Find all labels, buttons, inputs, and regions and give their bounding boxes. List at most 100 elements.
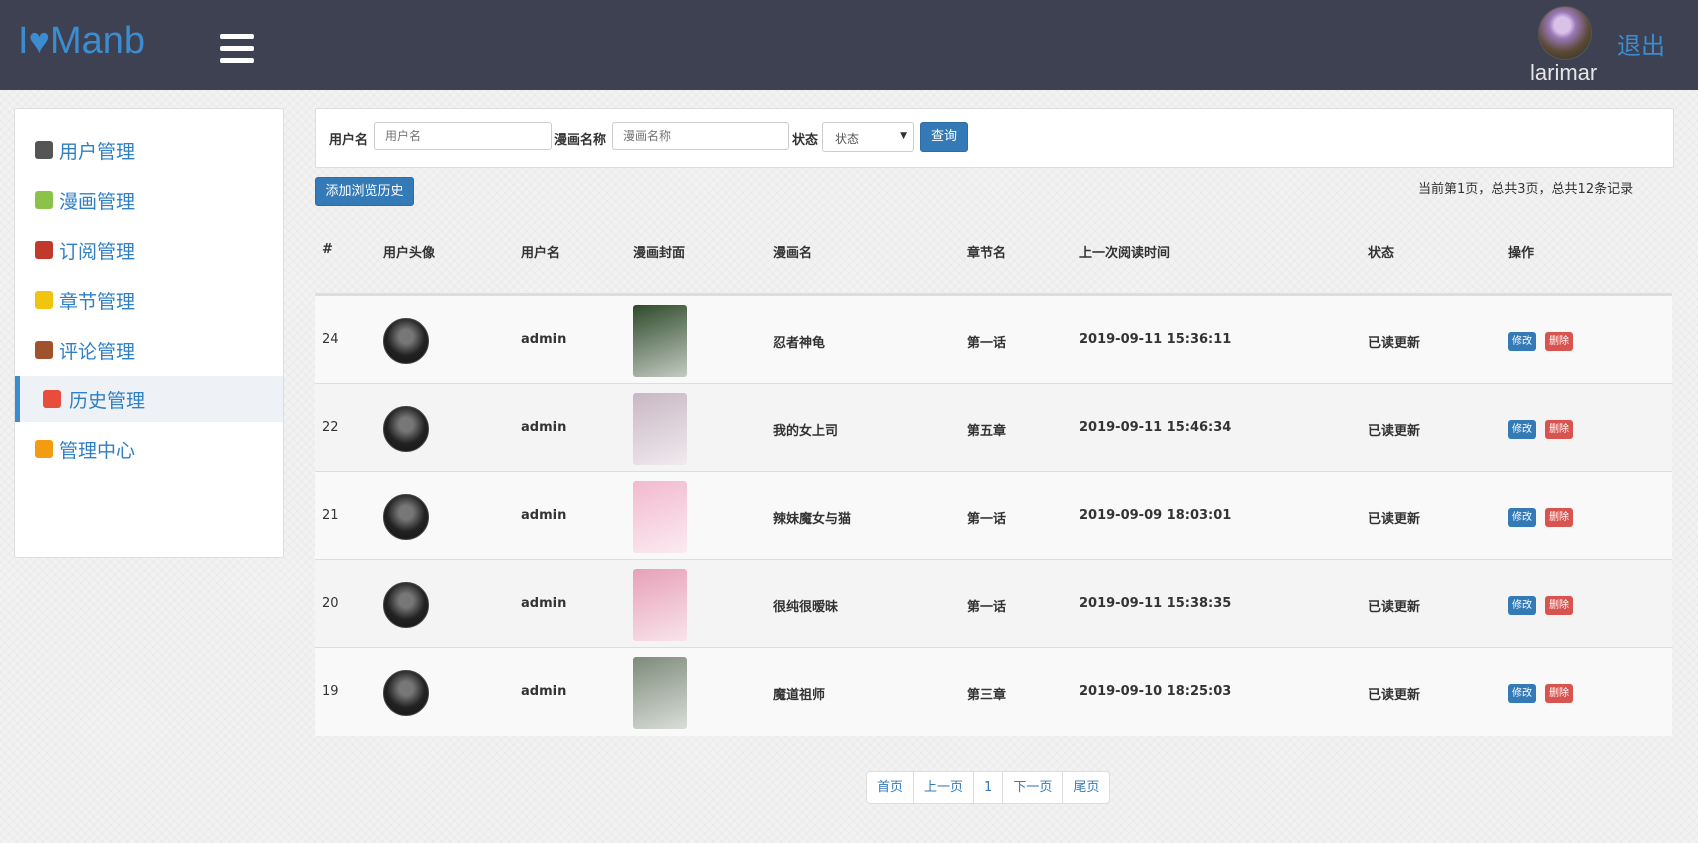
sidebar-item[interactable]: 用户管理 bbox=[15, 127, 283, 173]
row-id: 19 bbox=[322, 684, 339, 699]
row-last-read-time: 2019-09-10 18:25:03 bbox=[1079, 684, 1232, 699]
column-header: 章节名 bbox=[967, 246, 1007, 261]
logo-prefix: I bbox=[18, 20, 29, 62]
page-first[interactable]: 首页 bbox=[867, 772, 913, 803]
page-last[interactable]: 尾页 bbox=[1062, 772, 1109, 803]
hamburger-line bbox=[220, 58, 254, 63]
sidebar-item[interactable]: 订阅管理 bbox=[15, 227, 283, 273]
column-header: 状态 bbox=[1368, 246, 1395, 261]
column-header: 漫画封面 bbox=[633, 246, 686, 261]
logout-link[interactable]: 退出 bbox=[1617, 26, 1665, 61]
table-row: 20 admin 很纯很暧昧 第一话 2019-09-11 15:38:35 已读更新 修改… bbox=[315, 559, 1672, 648]
edit-button[interactable]: 修改 bbox=[1508, 420, 1536, 439]
sidebar: 用户管理漫画管理订阅管理章节管理评论管理 历史管理 管理中心 bbox=[14, 108, 284, 558]
hamburger-line bbox=[220, 46, 254, 51]
heart-icon: ♥ bbox=[28, 20, 50, 61]
column-header: 上一次阅读时间 bbox=[1079, 246, 1171, 261]
page-next[interactable]: 下一页 bbox=[1002, 772, 1062, 803]
top-header: I♥Manb larimar 退出 bbox=[0, 0, 1698, 90]
edit-button[interactable]: 修改 bbox=[1508, 332, 1536, 351]
sidebar-item[interactable]: 评论管理 bbox=[15, 327, 283, 373]
row-user-avatar bbox=[383, 318, 429, 364]
edit-button[interactable]: 修改 bbox=[1508, 508, 1536, 527]
row-user-avatar bbox=[383, 582, 429, 628]
delete-button[interactable]: 删除 bbox=[1545, 420, 1573, 439]
add-history-button[interactable]: 添加浏览历史 bbox=[315, 177, 414, 206]
sidebar-item[interactable]: 管理中心 bbox=[15, 426, 283, 472]
row-chapter-name: 第一话 bbox=[967, 600, 1007, 615]
row-status: 已读更新 bbox=[1368, 512, 1421, 527]
comic-cover-image bbox=[633, 657, 687, 729]
page-current[interactable]: 1 bbox=[973, 772, 1002, 803]
column-header: 漫画名 bbox=[773, 246, 813, 261]
home-icon bbox=[35, 440, 53, 458]
row-status: 已读更新 bbox=[1368, 688, 1421, 703]
page-prev[interactable]: 上一页 bbox=[913, 772, 973, 803]
table-row: 21 admin 辣妹魔女与猫 第一话 2019-09-09 18:03:01 已读更新 修… bbox=[315, 471, 1672, 560]
hamburger-menu-icon[interactable] bbox=[220, 34, 254, 64]
row-status: 已读更新 bbox=[1368, 336, 1421, 351]
row-id: 21 bbox=[322, 508, 339, 523]
sidebar-item[interactable]: 漫画管理 bbox=[15, 177, 283, 223]
sidebar-item-label: 漫画管理 bbox=[59, 190, 136, 213]
username: larimar bbox=[1530, 60, 1598, 85]
hamburger-line bbox=[220, 34, 254, 39]
comic-name-label: 漫画名称 bbox=[554, 133, 607, 148]
sidebar-item[interactable]: 章节管理 bbox=[15, 277, 283, 323]
row-id: 24 bbox=[322, 332, 339, 347]
username-input[interactable] bbox=[374, 122, 552, 150]
row-id: 22 bbox=[322, 420, 339, 435]
row-comic-name: 魔道祖师 bbox=[773, 688, 826, 703]
logo[interactable]: I♥Manb bbox=[18, 20, 145, 63]
row-last-read-time: 2019-09-09 18:03:01 bbox=[1079, 508, 1232, 523]
row-status: 已读更新 bbox=[1368, 600, 1421, 615]
column-header: 操作 bbox=[1508, 246, 1535, 261]
comic-cover-image bbox=[633, 569, 687, 641]
user-avatar[interactable] bbox=[1538, 6, 1592, 60]
comic-cover-image bbox=[633, 481, 687, 553]
row-username: admin bbox=[521, 508, 567, 523]
row-chapter-name: 第三章 bbox=[967, 688, 1007, 703]
row-chapter-name: 第一话 bbox=[967, 512, 1007, 527]
row-chapter-name: 第一话 bbox=[967, 336, 1007, 351]
edit-button[interactable]: 修改 bbox=[1508, 684, 1536, 703]
table-header: # 用户头像 用户名 漫画封面 漫画名 章节名 上一次阅读时间 状态 操作 bbox=[315, 210, 1672, 295]
star-icon bbox=[35, 291, 53, 309]
status-select[interactable]: 状态 ▼ bbox=[822, 122, 914, 152]
row-last-read-time: 2019-09-11 15:36:11 bbox=[1079, 332, 1232, 347]
table-row: 22 admin 我的女上司 第五章 2019-09-11 15:46:34 已读更新 修改… bbox=[315, 383, 1672, 472]
sidebar-item[interactable]: 历史管理 bbox=[15, 376, 283, 422]
row-comic-name: 我的女上司 bbox=[773, 424, 839, 439]
sidebar-item-label: 章节管理 bbox=[59, 290, 136, 313]
query-button[interactable]: 查询 bbox=[920, 122, 968, 152]
search-form: 用户名 漫画名称 状态 状态 ▼ 查询 bbox=[315, 108, 1674, 168]
delete-button[interactable]: 删除 bbox=[1545, 684, 1573, 703]
calendar-icon bbox=[43, 390, 61, 408]
books-icon bbox=[35, 191, 53, 209]
row-comic-name: 很纯很暧昧 bbox=[773, 600, 839, 615]
record-info: 当前第1页，总共3页，总共12条记录 bbox=[1418, 182, 1634, 197]
row-chapter-name: 第五章 bbox=[967, 424, 1007, 439]
row-username: admin bbox=[521, 596, 567, 611]
status-selected-value: 状态 bbox=[835, 132, 860, 146]
row-comic-name: 忍者神龟 bbox=[773, 336, 826, 351]
row-user-avatar bbox=[383, 494, 429, 540]
row-last-read-time: 2019-09-11 15:38:35 bbox=[1079, 596, 1232, 611]
edit-button[interactable]: 修改 bbox=[1508, 596, 1536, 615]
table-row: 24 admin 忍者神龟 第一话 2019-09-11 15:36:11 已读更新 修改删… bbox=[315, 295, 1672, 384]
sidebar-item-label: 订阅管理 bbox=[59, 240, 136, 263]
delete-button[interactable]: 删除 bbox=[1545, 508, 1573, 527]
column-header: # bbox=[322, 242, 333, 257]
clipboard-icon bbox=[35, 341, 53, 359]
row-status: 已读更新 bbox=[1368, 424, 1421, 439]
comic-cover-image bbox=[633, 393, 687, 465]
comic-name-input[interactable] bbox=[612, 122, 789, 150]
caret-down-icon: ▼ bbox=[900, 131, 907, 141]
row-username: admin bbox=[521, 684, 567, 699]
delete-button[interactable]: 删除 bbox=[1545, 332, 1573, 351]
signpost-icon bbox=[35, 241, 53, 259]
sidebar-item-label: 用户管理 bbox=[59, 140, 136, 163]
column-header: 用户头像 bbox=[383, 246, 436, 261]
pagination: 首页 上一页 1 下一页 尾页 bbox=[866, 771, 1111, 804]
delete-button[interactable]: 删除 bbox=[1545, 596, 1573, 615]
